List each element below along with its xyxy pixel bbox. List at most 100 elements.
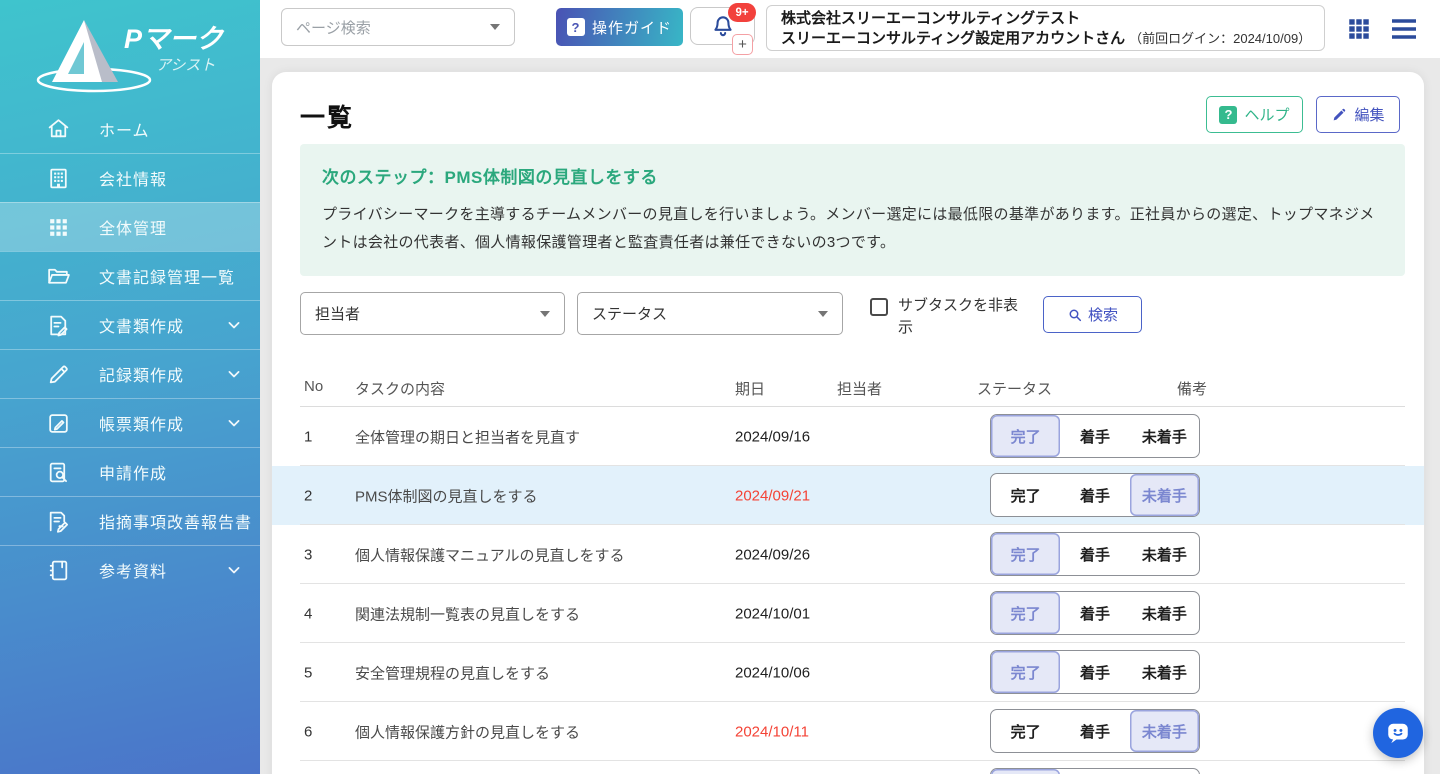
status-option[interactable]: 着手	[1060, 769, 1129, 774]
status-option[interactable]: 完了	[991, 474, 1060, 516]
sidebar-item-label: 会社情報	[99, 166, 244, 190]
chevron-down-icon	[818, 311, 828, 317]
status-option[interactable]: 完了	[991, 533, 1060, 575]
chevron-down-icon	[490, 24, 500, 30]
status-option[interactable]: 完了	[991, 651, 1060, 693]
due-date: 2024/10/01	[735, 605, 810, 622]
table-row: 3個人情報保護マニュアルの見直しをする2024/09/26完了着手未着手	[272, 525, 1424, 584]
guide-button[interactable]: 操作ガイド	[556, 8, 683, 46]
task-name: 個人情報保護マニュアルの見直しをする	[355, 544, 625, 565]
column-header-2: 期日	[735, 378, 765, 399]
page-search-placeholder: ページ検索	[296, 17, 490, 38]
document-edit-icon	[46, 313, 71, 338]
sidebar-item-9[interactable]: 参考資料	[0, 545, 260, 594]
status-segmented-control: 完了着手未着手	[990, 414, 1200, 458]
column-header-4: ステータス	[977, 378, 1052, 399]
sidebar-item-label: 文書類作成	[99, 313, 224, 337]
app-logo[interactable]: Pマーク アシスト	[0, 0, 260, 104]
sidebar-item-0[interactable]: ホーム	[0, 104, 260, 153]
task-name: 関連法規制一覧表の見直しをする	[355, 603, 580, 624]
status-option[interactable]: 着手	[1060, 474, 1129, 516]
hide-subtask-checkbox-group[interactable]: サブタスクを非表示	[870, 295, 1032, 339]
status-segmented-control: 完了着手未着手	[990, 650, 1200, 694]
sidebar-item-label: 参考資料	[99, 558, 224, 582]
sidebar-item-5[interactable]: 記録類作成	[0, 349, 260, 398]
status-option[interactable]: 未着手	[1130, 710, 1199, 752]
status-option[interactable]: 着手	[1060, 710, 1129, 752]
column-header-1: タスクの内容	[355, 378, 445, 399]
account-user: スリーエーコンサルティング設定用アカウントさん	[781, 30, 1125, 47]
status-filter-select[interactable]: ステータス	[577, 292, 843, 335]
sidebar-item-1[interactable]: 会社情報	[0, 153, 260, 202]
status-option[interactable]: 未着手	[1130, 769, 1199, 774]
status-option[interactable]: 完了	[991, 710, 1060, 752]
pencil-icon	[1331, 107, 1347, 123]
row-number: 1	[304, 428, 312, 445]
row-number: 5	[304, 664, 312, 681]
sidebar-item-4[interactable]: 文書類作成	[0, 300, 260, 349]
assignee-filter-label: 担当者	[315, 303, 540, 324]
help-button[interactable]: ヘルプ	[1206, 96, 1303, 133]
status-option[interactable]: 未着手	[1130, 533, 1199, 575]
apps-grid-icon	[1346, 16, 1372, 42]
apps-grid-button[interactable]	[1346, 16, 1372, 42]
status-segmented-control: 完了着手未着手	[990, 532, 1200, 576]
sidebar-item-label: 申請作成	[99, 460, 244, 484]
grid-icon	[46, 215, 71, 240]
account-company: 株式会社スリーエーコンサルティングテスト	[781, 9, 1310, 29]
due-date: 2024/10/11	[735, 723, 809, 740]
account-info[interactable]: 株式会社スリーエーコンサルティングテスト スリーエーコンサルティング設定用アカウ…	[766, 5, 1325, 51]
document-pen-icon	[46, 509, 71, 534]
task-name: 全体管理の期日と担当者を見直す	[355, 426, 580, 447]
status-option[interactable]: 未着手	[1130, 592, 1199, 634]
task-name: 個人情報保護方針の見直しをする	[355, 721, 580, 742]
task-table-body: 1全体管理の期日と担当者を見直す2024/09/16完了着手未着手2PMS体制図…	[272, 407, 1424, 774]
assignee-filter-select[interactable]: 担当者	[300, 292, 565, 335]
chevron-down-icon	[224, 315, 244, 335]
question-icon	[1219, 106, 1237, 124]
status-option[interactable]: 完了	[991, 769, 1060, 774]
search-button[interactable]: 検索	[1043, 296, 1142, 333]
due-date: 2024/09/21	[735, 487, 810, 504]
status-option[interactable]: 未着手	[1130, 415, 1199, 457]
row-number: 3	[304, 546, 312, 563]
column-header-5: 備考	[1177, 378, 1207, 399]
sidebar-item-3[interactable]: 文書記録管理一覧	[0, 251, 260, 300]
notification-plus-button[interactable]	[732, 34, 753, 55]
filter-bar: 担当者 ステータス サブタスクを非表示 検索	[272, 292, 1424, 336]
chevron-down-icon	[224, 413, 244, 433]
task-table-header: Noタスクの内容期日担当者ステータス備考	[272, 370, 1424, 407]
hide-subtask-checkbox[interactable]	[870, 298, 888, 316]
menu-button[interactable]	[1390, 17, 1418, 41]
status-option[interactable]: 完了	[991, 415, 1060, 457]
chat-smiley-icon	[1385, 720, 1411, 746]
sidebar: Pマーク アシスト ホーム会社情報全体管理文書記録管理一覧文書類作成記録類作成帳…	[0, 0, 260, 774]
status-option[interactable]: 未着手	[1130, 651, 1199, 693]
home-icon	[46, 116, 71, 141]
square-pencil-icon	[46, 411, 71, 436]
next-step-panel: 次のステップ：PMS体制図の見直しをする プライバシーマークを主導するチームメン…	[300, 144, 1405, 276]
sidebar-item-8[interactable]: 指摘事項改善報告書	[0, 496, 260, 545]
page-title: 一覧	[300, 98, 354, 134]
row-number: 2	[304, 487, 312, 504]
status-option[interactable]: 着手	[1060, 415, 1129, 457]
edit-button[interactable]: 編集	[1316, 96, 1400, 133]
status-option[interactable]: 着手	[1060, 651, 1129, 693]
page-search-select[interactable]: ページ検索	[281, 8, 515, 46]
sidebar-item-7[interactable]: 申請作成	[0, 447, 260, 496]
status-option[interactable]: 着手	[1060, 533, 1129, 575]
table-row: 完了着手未着手	[272, 761, 1424, 774]
sidebar-item-label: 指摘事項改善報告書	[99, 509, 252, 533]
status-option[interactable]: 着手	[1060, 592, 1129, 634]
chat-launcher-button[interactable]	[1373, 708, 1423, 758]
table-row: 1全体管理の期日と担当者を見直す2024/09/16完了着手未着手	[272, 407, 1424, 466]
edit-button-label: 編集	[1354, 104, 1384, 125]
status-option[interactable]: 完了	[991, 592, 1060, 634]
status-option[interactable]: 未着手	[1130, 474, 1199, 516]
logo-subtitle-text: アシスト	[156, 57, 215, 74]
sidebar-item-6[interactable]: 帳票類作成	[0, 398, 260, 447]
status-segmented-control: 完了着手未着手	[990, 709, 1200, 753]
sidebar-item-2[interactable]: 全体管理	[0, 202, 260, 251]
guide-button-label: 操作ガイド	[592, 17, 672, 38]
search-icon	[1067, 307, 1083, 323]
